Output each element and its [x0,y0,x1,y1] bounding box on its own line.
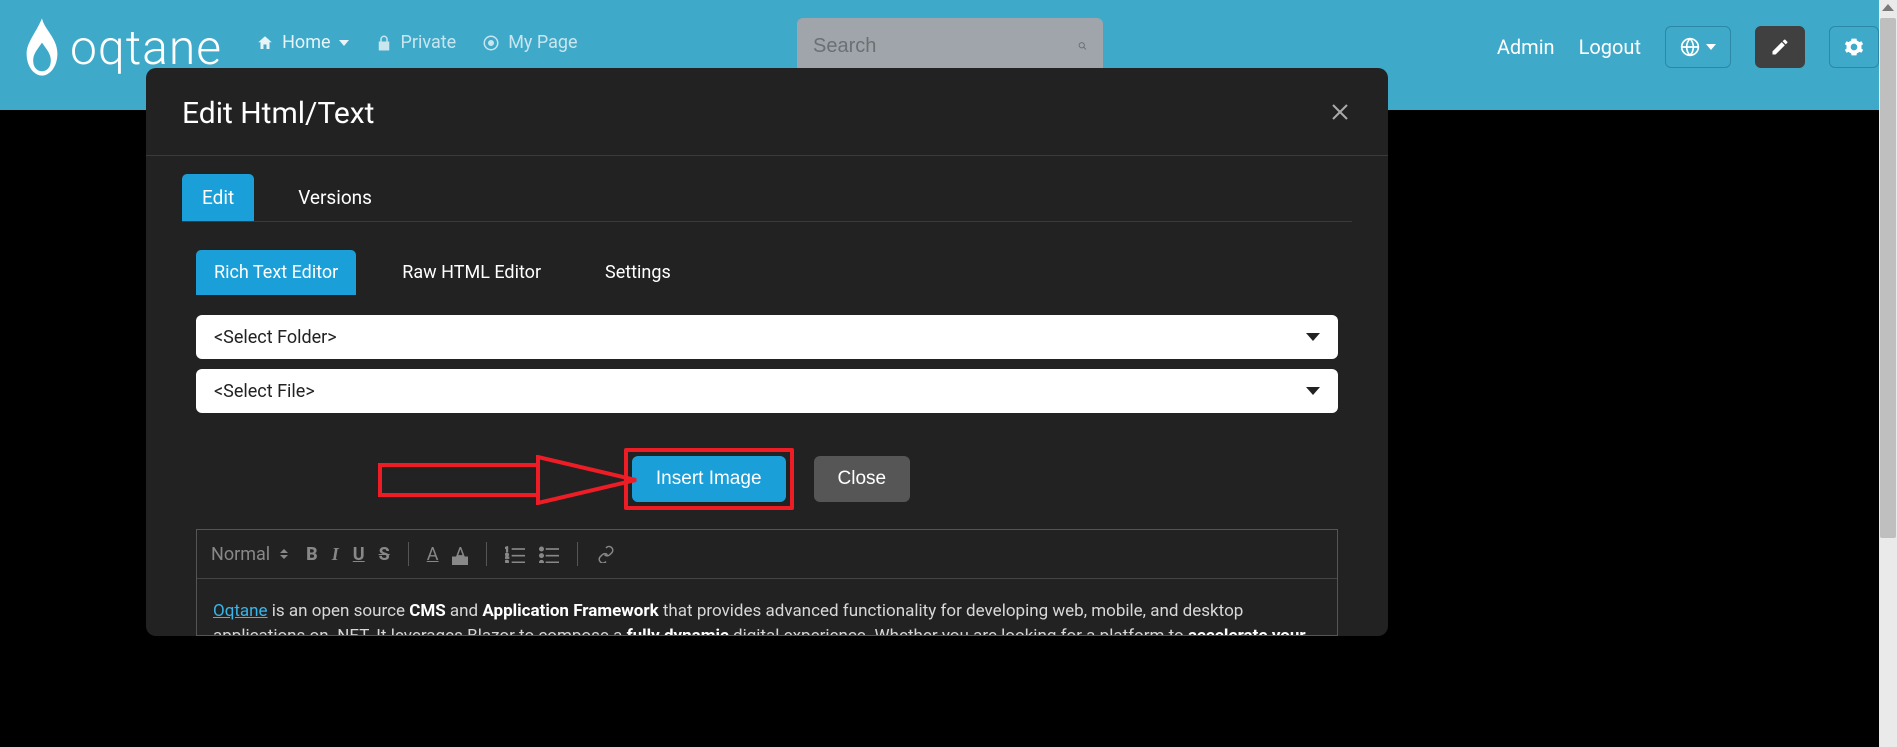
close-icon [1328,100,1352,124]
highlight-button[interactable]: A [452,544,468,565]
strike-button[interactable]: S [379,544,390,565]
editor-content[interactable]: Oqtane is an open source CMS and Applica… [197,579,1337,635]
nav-private[interactable]: Private [375,32,457,53]
pencil-icon [1770,37,1790,57]
target-icon [482,34,500,52]
settings-button[interactable] [1829,26,1879,68]
italic-button[interactable]: I [332,544,339,565]
flame-icon [20,18,64,76]
color-button[interactable]: A [427,544,439,565]
chevron-down-icon [1306,387,1320,395]
search-box[interactable] [797,18,1103,74]
close-button[interactable]: Close [814,456,911,502]
globe-dropdown[interactable] [1665,26,1731,68]
modal-header: Edit Html/Text [146,68,1388,156]
file-select-value: <Select File> [214,381,315,402]
scrollbar[interactable] [1879,0,1897,747]
underline-button[interactable]: U [353,544,365,565]
modal-body: Edit Versions Rich Text Editor Raw HTML … [146,156,1388,636]
edit-modal: Edit Html/Text Edit Versions Rich Text E… [146,68,1388,636]
caret-down-icon [1706,44,1716,50]
tab-edit[interactable]: Edit [182,174,254,221]
home-icon [256,34,274,52]
nav-mypage-label: My Page [508,32,577,53]
editor-tabs: Rich Text Editor Raw HTML Editor Setting… [196,250,1352,295]
chevron-down-icon [1306,333,1320,341]
search-input[interactable] [813,35,1078,58]
bold-button[interactable]: B [306,544,318,565]
nav-mypage[interactable]: My Page [482,32,577,53]
modal-title: Edit Html/Text [182,96,375,131]
style-select[interactable]: Normal [211,544,288,565]
search-icon[interactable] [1078,35,1087,57]
editor-toolbar: Normal B I U S A A 123 [197,530,1337,579]
toolbar-separator [408,542,409,566]
logout-link[interactable]: Logout [1579,35,1641,59]
tab-settings[interactable]: Settings [587,250,689,295]
scrollbar-thumb[interactable] [1880,18,1896,538]
insert-image-button[interactable]: Insert Image [632,456,786,502]
ordered-list-button[interactable]: 123 [505,545,525,563]
button-row: Insert Image Close [182,451,1352,507]
folder-select[interactable]: <Select Folder> [196,315,1338,359]
tab-rich-editor[interactable]: Rich Text Editor [196,250,356,295]
brand-text: oqtane [70,19,222,76]
link-button[interactable] [596,545,616,563]
toolbar-separator [577,542,578,566]
nav-private-label: Private [401,32,457,53]
primary-tabs: Edit Versions [182,174,1352,222]
nav-home[interactable]: Home [256,32,348,53]
svg-text:3: 3 [505,559,509,563]
nav-links: Home Private My Page [256,32,578,53]
caret-down-icon [339,40,349,46]
nav-home-label: Home [282,32,330,53]
tab-raw-editor[interactable]: Raw HTML Editor [384,250,559,295]
file-select[interactable]: <Select File> [196,369,1338,413]
style-select-value: Normal [211,544,270,565]
modal-close[interactable] [1328,100,1352,128]
toolbar-separator [486,542,487,566]
globe-icon [1680,37,1700,57]
admin-link[interactable]: Admin [1497,35,1555,59]
right-nav: Admin Logout [1497,26,1879,68]
insert-highlight: Insert Image [624,448,794,510]
lock-icon [375,34,393,52]
rich-text-editor: Normal B I U S A A 123 [196,529,1338,636]
tab-versions[interactable]: Versions [278,174,392,221]
edit-button[interactable] [1755,26,1805,68]
gear-icon [1844,37,1864,57]
scroll-up-icon[interactable] [1882,4,1894,11]
content-link[interactable]: Oqtane [213,601,268,621]
bullet-list-button[interactable] [539,545,559,563]
folder-select-value: <Select Folder> [214,327,337,348]
annotation-arrow [378,455,648,505]
